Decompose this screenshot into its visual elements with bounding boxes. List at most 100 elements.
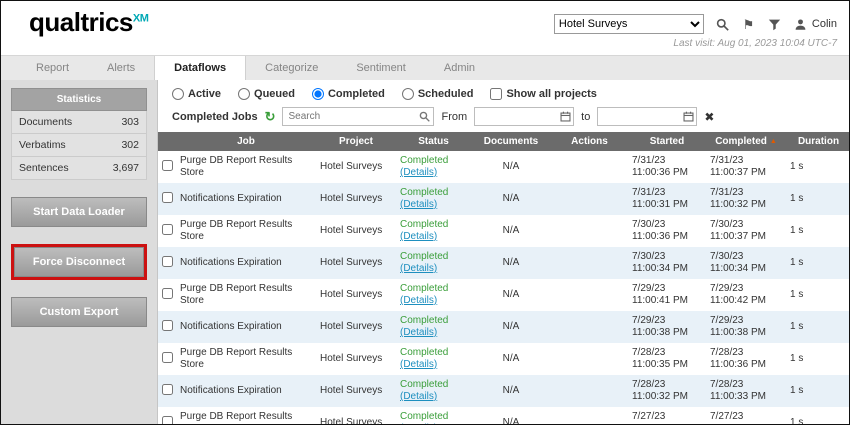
show-all-projects[interactable]: Show all projects	[490, 88, 596, 100]
details-link[interactable]: (Details)	[400, 231, 437, 242]
duration-cell: 1 s	[786, 247, 850, 279]
radio-completed[interactable]: Completed	[312, 88, 385, 100]
tab-admin[interactable]: Admin	[425, 56, 494, 80]
row-checkbox[interactable]	[162, 256, 173, 267]
radio-active-input[interactable]	[172, 88, 184, 100]
calendar-icon[interactable]	[683, 111, 694, 122]
documents-cell: N/A	[471, 311, 551, 343]
job-row: Notifications Expiration Hotel Surveys C…	[158, 311, 850, 343]
tab-report[interactable]: Report	[17, 56, 88, 80]
job-cell: Purge DB Report Results Store	[176, 215, 316, 247]
duration-cell: 1 s	[786, 375, 850, 407]
jobs-table-body: Purge DB Report Results Store Hotel Surv…	[158, 151, 850, 425]
col-documents[interactable]: Documents	[471, 132, 551, 151]
jobs-search-input[interactable]	[282, 107, 434, 126]
col-duration[interactable]: Duration	[786, 132, 850, 151]
radio-queued-input[interactable]	[238, 88, 250, 100]
completed-cell: 7/29/23 11:00:38 PM	[706, 311, 786, 343]
stat-value: 303	[121, 116, 139, 128]
job-row: Purge DB Report Results Store Hotel Surv…	[158, 407, 850, 425]
radio-active-label: Active	[188, 88, 221, 100]
status-cell: Completed (Details)	[396, 215, 471, 247]
project-selector[interactable]: Hotel Surveys	[554, 14, 704, 34]
refresh-icon[interactable]: ↻	[265, 110, 276, 123]
job-row: Notifications Expiration Hotel Surveys C…	[158, 247, 850, 279]
last-visit-text: Last visit: Aug 01, 2023 10:04 UTC-7	[673, 38, 837, 49]
status-completed-text: Completed	[400, 347, 448, 358]
radio-completed-input[interactable]	[312, 88, 324, 100]
documents-cell: N/A	[471, 151, 551, 183]
from-date-input[interactable]	[474, 107, 574, 126]
project-cell: Hotel Surveys	[316, 215, 396, 247]
tab-dataflows[interactable]: Dataflows	[154, 56, 246, 80]
row-checkbox[interactable]	[162, 160, 173, 171]
project-cell: Hotel Surveys	[316, 151, 396, 183]
details-link[interactable]: (Details)	[400, 167, 437, 178]
custom-export-button[interactable]: Custom Export	[11, 297, 147, 327]
status-completed-text: Completed	[400, 219, 448, 230]
col-status[interactable]: Status	[396, 132, 471, 151]
search-icon[interactable]	[715, 17, 730, 32]
radio-active[interactable]: Active	[172, 88, 221, 100]
col-completed[interactable]: Completed▲	[706, 132, 786, 151]
logo-text: qualtrics	[29, 7, 133, 37]
row-checkbox[interactable]	[162, 192, 173, 203]
started-cell: 7/29/23 11:00:41 PM	[628, 279, 706, 311]
radio-scheduled[interactable]: Scheduled	[402, 88, 474, 100]
table-header-row: Job Project Status Documents Actions Sta…	[158, 132, 850, 151]
flag-icon[interactable]: ⚑	[741, 17, 756, 32]
col-started[interactable]: Started	[628, 132, 706, 151]
tab-alerts[interactable]: Alerts	[88, 56, 154, 80]
job-cell: Notifications Expiration	[176, 247, 316, 279]
clear-dates-icon[interactable]: ✖	[704, 111, 714, 123]
status-cell: Completed (Details)	[396, 311, 471, 343]
stat-value: 302	[121, 139, 139, 151]
to-date-input[interactable]	[597, 107, 697, 126]
show-all-projects-input[interactable]	[490, 88, 502, 100]
stat-sentences: Sentences 3,697	[11, 157, 147, 180]
documents-cell: N/A	[471, 183, 551, 215]
details-link[interactable]: (Details)	[400, 359, 437, 370]
row-checkbox[interactable]	[162, 416, 173, 425]
qualtrics-logo: qualtricsXM	[29, 7, 148, 38]
row-checkbox[interactable]	[162, 224, 173, 235]
col-job[interactable]: Job	[176, 132, 316, 151]
job-row: Purge DB Report Results Store Hotel Surv…	[158, 215, 850, 247]
job-row: Notifications Expiration Hotel Surveys C…	[158, 375, 850, 407]
col-actions[interactable]: Actions	[551, 132, 628, 151]
filter-icon[interactable]	[767, 17, 782, 32]
actions-cell	[551, 183, 628, 215]
row-checkbox[interactable]	[162, 288, 173, 299]
details-link[interactable]: (Details)	[400, 327, 437, 338]
col-project[interactable]: Project	[316, 132, 396, 151]
details-link[interactable]: (Details)	[400, 199, 437, 210]
actions-cell	[551, 375, 628, 407]
started-cell: 7/31/23 11:00:31 PM	[628, 183, 706, 215]
started-cell: 7/28/23 11:00:35 PM	[628, 343, 706, 375]
details-link[interactable]: (Details)	[400, 295, 437, 306]
user-menu[interactable]: Colin	[793, 17, 837, 32]
status-cell: Completed (Details)	[396, 343, 471, 375]
calendar-icon[interactable]	[560, 111, 571, 122]
details-link[interactable]: (Details)	[400, 391, 437, 402]
sidebar: Statistics Documents 303 Verbatims 302 S…	[1, 80, 158, 424]
row-checkbox[interactable]	[162, 320, 173, 331]
jobs-table: Job Project Status Documents Actions Sta…	[158, 132, 850, 425]
duration-cell: 1 s	[786, 407, 850, 425]
tab-sentiment[interactable]: Sentiment	[337, 56, 425, 80]
job-cell: Notifications Expiration	[176, 183, 316, 215]
radio-scheduled-input[interactable]	[402, 88, 414, 100]
details-link[interactable]: (Details)	[400, 263, 437, 274]
tab-categorize[interactable]: Categorize	[246, 56, 337, 80]
completed-cell: 7/27/23 11:00:39 PM	[706, 407, 786, 425]
radio-queued[interactable]: Queued	[238, 88, 295, 100]
force-disconnect-button[interactable]: Force Disconnect	[14, 247, 144, 277]
start-data-loader-button[interactable]: Start Data Loader	[11, 197, 147, 227]
select-all-header	[158, 132, 176, 151]
status-cell: Completed (Details)	[396, 183, 471, 215]
row-checkbox[interactable]	[162, 352, 173, 363]
completed-cell: 7/29/23 11:00:42 PM	[706, 279, 786, 311]
actions-cell	[551, 407, 628, 425]
job-cell: Notifications Expiration	[176, 311, 316, 343]
row-checkbox[interactable]	[162, 384, 173, 395]
